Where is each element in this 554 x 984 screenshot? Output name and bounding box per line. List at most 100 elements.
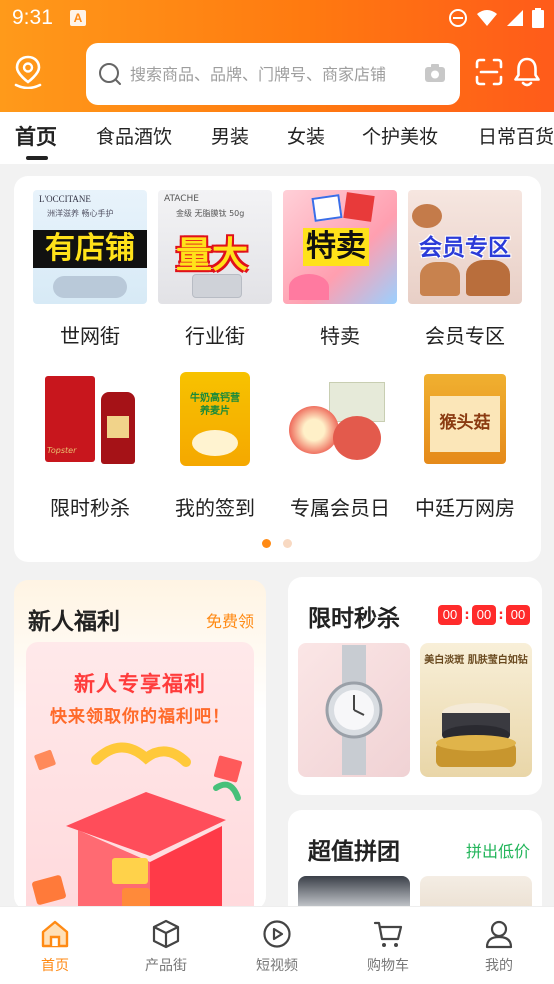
category-image: 会员专区 [408,190,522,304]
group-buy-card[interactable]: 超值拼团 拼出低价 [288,810,542,920]
location-pin-icon [14,55,42,90]
nav-short-video-label: 短视频 [256,958,298,974]
nav-short-video[interactable]: 短视频 [222,907,332,984]
pack-text: 猴头菇 [439,413,491,433]
scan-icon [475,58,503,86]
category-banner-text: 特卖 [303,228,369,266]
category-tabs: 首页 食品酒饮 男装 女装 个护美妆 日常百货 [0,112,554,164]
signal-icon [507,10,523,26]
flash-sale-card[interactable]: 限时秒杀 00 : 00 : 00 美白淡斑 肌肤莹白如钻 [288,577,542,795]
status-time: 9:31 [12,6,53,29]
countdown-minutes: 00 [472,605,496,625]
product-jar [192,274,242,298]
group-buy-title: 超值拼团 [308,839,400,865]
nav-home[interactable]: 首页 [0,907,110,984]
carousel-dot[interactable] [283,539,292,548]
carousel-dots [262,539,292,548]
category-item-sign-in[interactable]: 牛奶高钙营养麦片 我的签到 [158,362,272,521]
category-image: Topster [33,362,147,476]
scan-button[interactable] [474,57,504,91]
cube-graphic [311,194,343,222]
product-tube [53,276,127,298]
category-label: 限时秒杀 [50,496,130,520]
carousel-dot-active[interactable] [262,539,271,548]
category-banner-text: 量大 [176,235,249,276]
flash-sale-product[interactable] [298,643,410,777]
apple-graphic [333,416,381,460]
brand-text: L'OCCITANE [39,194,91,204]
category-label: 行业街 [185,324,245,348]
category-item-member-zone[interactable]: 会员专区 会员专区 [408,190,522,349]
tab-food-drinks[interactable]: 食品酒饮 [96,122,172,149]
cake-graphic [466,260,510,296]
category-label: 专属会员日 [290,496,390,520]
nav-product-street-label: 产品街 [145,958,187,974]
category-image: L'OCCITANE 洲洋滋养 畅心手护 有店铺 [33,190,147,304]
camera-icon[interactable] [424,63,446,83]
cube-graphic [343,192,375,222]
play-icon [263,920,291,948]
tab-womenswear[interactable]: 女装 [287,122,325,149]
category-item-temai[interactable]: 特卖 特卖 [283,190,397,349]
cube-icon [152,919,180,949]
flower-graphic [289,274,329,300]
newbie-welfare-card[interactable]: 新人福利 免费领 新人专享福利 快来领取你的福利吧！ [14,580,266,910]
brand-subtext: 金级 无脂膜钛 50g [176,209,245,218]
bottom-nav: 首页 产品街 短视频 购物车 我的 [0,906,554,984]
nav-mine[interactable]: 我的 [444,907,554,984]
category-item-flash-sale[interactable]: Topster 限时秒杀 [33,362,147,521]
countdown-separator: : [464,607,470,623]
newbie-title: 新人福利 [28,609,120,635]
tab-beauty[interactable]: 个护美妆 [362,122,438,149]
flash-sale-countdown: 00 : 00 : 00 [438,605,530,625]
category-label: 我的签到 [175,496,255,520]
tab-active-indicator [26,156,48,160]
nav-cart-label: 购物车 [367,958,409,974]
home-icon [41,920,69,948]
category-item-zhongting[interactable]: 猴头菇 中廷万网房 [408,362,522,521]
newbie-banner-headline: 新人专享福利 [74,672,206,696]
nav-cart[interactable]: 购物车 [333,907,443,984]
location-button[interactable] [12,55,44,91]
notification-button[interactable] [512,56,542,92]
newbie-banner[interactable]: 新人专享福利 快来领取你的福利吧！ [26,642,254,910]
flash-sale-product[interactable]: 美白淡斑 肌肤莹白如钻 [420,643,532,777]
dnd-icon [449,9,467,27]
bell-icon [514,57,540,87]
nav-home-label: 首页 [41,958,69,974]
watch-image [325,645,383,775]
category-image: 牛奶高钙营养麦片 [158,362,272,476]
countdown-separator: : [498,607,504,623]
tab-home[interactable]: 首页 [15,121,57,151]
category-item-hangyejie[interactable]: ATACHE 金级 无脂膜钛 50g 量大 行业街 [158,190,272,349]
category-item-member-day[interactable]: 专属会员日 [283,362,397,521]
nav-mine-label: 我的 [485,958,513,974]
cake-graphic [412,204,442,228]
user-icon [485,920,513,949]
category-image [283,362,397,476]
category-label: 中廷万网房 [415,496,515,520]
group-buy-link[interactable]: 拼出低价 [466,838,530,862]
nav-product-street[interactable]: 产品街 [111,907,221,984]
category-image: 猴头菇 [408,362,522,476]
search-bar[interactable] [86,43,460,105]
category-grid-card: L'OCCITANE 洲洋滋养 畅心手护 有店铺 世网街 ATACHE 金级 无… [14,176,541,562]
newbie-claim-link[interactable]: 免费领 [206,608,254,632]
category-banner-text: 会员专区 [419,235,511,261]
wifi-icon [477,10,497,26]
category-image: ATACHE 金级 无脂膜钛 50g 量大 [158,190,272,304]
category-banner-text: 有店铺 [33,230,147,268]
header: 9:31 A [0,0,554,112]
category-label: 世网街 [60,324,120,348]
brand-text: ATACHE [164,194,199,204]
tab-menswear[interactable]: 男装 [211,122,249,149]
cart-icon [373,921,403,947]
battery-icon [532,8,544,28]
category-item-shiwangjie[interactable]: L'OCCITANE 洲洋滋养 畅心手护 有店铺 世网街 [33,190,147,349]
brand-subtext: 洲洋滋养 畅心手护 [47,209,114,218]
pack-text: Topster [47,446,77,455]
tab-daily-goods[interactable]: 日常百货 [478,122,554,149]
search-input[interactable] [130,57,420,91]
system-icons [448,8,544,28]
status-bar: 9:31 A [0,0,554,38]
